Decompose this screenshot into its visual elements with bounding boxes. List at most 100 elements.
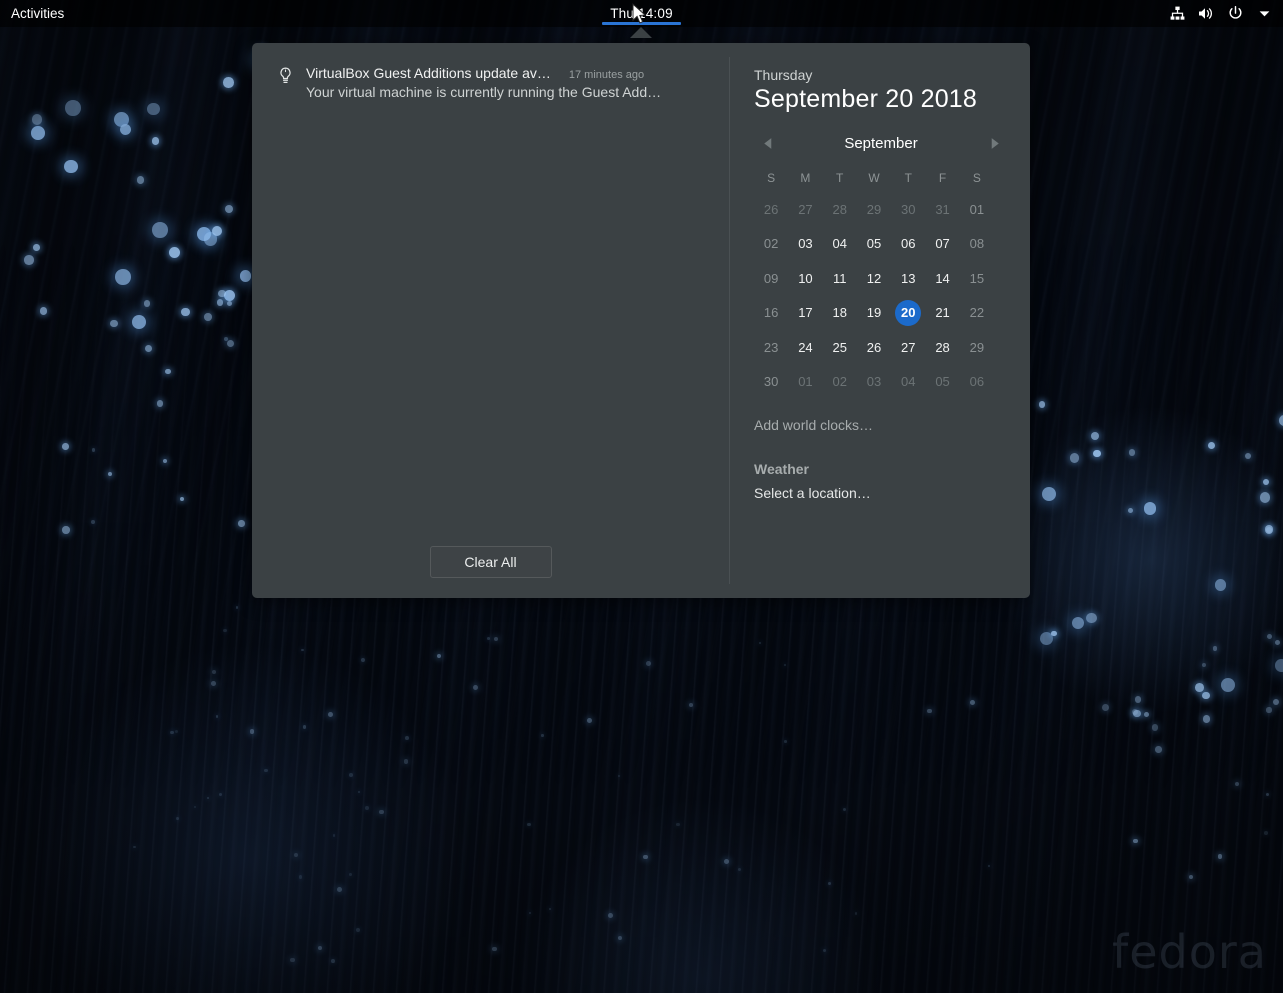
calendar-day[interactable]: 09 (758, 265, 784, 291)
wallpaper-dot (223, 77, 234, 88)
wallpaper-dot (436, 653, 442, 659)
triangle-left-icon[interactable] (756, 132, 778, 154)
calendar-day[interactable]: 25 (827, 334, 853, 360)
calendar-day-cell: 28 (925, 330, 959, 365)
calendar-day[interactable]: 27 (792, 196, 818, 222)
wallpaper-dot (223, 629, 227, 633)
clock-button[interactable]: Thu 14:09 (598, 0, 685, 27)
calendar-day[interactable]: 07 (930, 231, 956, 257)
power-icon[interactable] (1222, 0, 1248, 27)
calendar-day[interactable]: 10 (792, 265, 818, 291)
clock-active-indicator (602, 22, 681, 25)
calendar-day-cell: 06 (891, 227, 925, 262)
wallpaper-dot (169, 246, 181, 258)
popup-pointer-arrow (630, 27, 652, 38)
calendar-day[interactable]: 26 (758, 196, 784, 222)
wallpaper-dot (1214, 579, 1227, 591)
wallpaper-dot (607, 912, 613, 918)
calendar-day[interactable]: 30 (758, 369, 784, 395)
triangle-right-icon[interactable] (984, 132, 1006, 154)
calendar-day[interactable]: 24 (792, 334, 818, 360)
calendar-day[interactable]: 14 (930, 265, 956, 291)
wallpaper-dot (1245, 452, 1252, 459)
wallpaper-dot (1050, 630, 1057, 637)
calendar-day[interactable]: 06 (964, 369, 990, 395)
calendar-day[interactable]: 03 (792, 231, 818, 257)
calendar-day[interactable]: 05 (930, 369, 956, 395)
activities-button[interactable]: Activities (0, 0, 75, 27)
calendar-day[interactable]: 28 (827, 196, 853, 222)
calendar-day[interactable]: 03 (861, 369, 887, 395)
network-wired-icon[interactable] (1164, 0, 1190, 27)
calendar-day[interactable]: 11 (827, 265, 853, 291)
calendar-day[interactable]: 15 (964, 265, 990, 291)
calendar-day[interactable]: 04 (895, 369, 921, 395)
wallpaper-dot (1151, 724, 1159, 732)
calendar-day[interactable]: 08 (964, 231, 990, 257)
wallpaper-dot (528, 911, 531, 914)
calendar-day[interactable]: 30 (895, 196, 921, 222)
calendar-day[interactable]: 29 (861, 196, 887, 222)
calendar-day[interactable]: 17 (792, 300, 818, 326)
calendar-day[interactable]: 27 (895, 334, 921, 360)
calendar-day-cell: 23 (754, 330, 788, 365)
calendar-day-cell: 05 (857, 227, 891, 262)
calendar-weekday-header: T (904, 171, 912, 185)
calendar-day[interactable]: 16 (758, 300, 784, 326)
wallpaper-dot (147, 102, 160, 116)
calendar-day[interactable]: 29 (964, 334, 990, 360)
calendar-day-cell: 04 (823, 227, 857, 262)
calendar-day[interactable]: 05 (861, 231, 887, 257)
calendar-day[interactable]: 02 (827, 369, 853, 395)
add-world-clocks-link[interactable]: Add world clocks… (754, 417, 1008, 433)
clear-all-button[interactable]: Clear All (429, 546, 552, 578)
calendar-day-cell: 22 (960, 296, 994, 331)
wallpaper-dot (235, 606, 239, 609)
calendar-day[interactable]: 13 (895, 265, 921, 291)
calendar-weekday-header: M (800, 171, 811, 185)
wallpaper-dot (822, 948, 827, 952)
calendar-day[interactable]: 28 (930, 334, 956, 360)
wallpaper-dot (1133, 838, 1138, 844)
calendar-day[interactable]: 23 (758, 334, 784, 360)
volume-icon[interactable] (1193, 0, 1219, 27)
calendar-day-cell: 10 (788, 261, 822, 296)
calendar-weekday-header: F (938, 171, 947, 185)
calendar-day-cell: 11 (823, 261, 857, 296)
wallpaper-dot (132, 314, 147, 329)
wallpaper-dot (115, 268, 131, 285)
wallpaper-dot (32, 114, 43, 125)
calendar-day[interactable]: 02 (758, 231, 784, 257)
clock-area: Thu 14:09 (0, 0, 1283, 27)
calendar-day[interactable]: 01 (964, 196, 990, 222)
wallpaper-dot (211, 669, 216, 674)
calendar-day[interactable]: 01 (792, 369, 818, 395)
calendar-day[interactable]: 19 (861, 300, 887, 326)
calendar-day[interactable]: 22 (964, 300, 990, 326)
calendar-day[interactable]: 06 (895, 231, 921, 257)
calendar-day-selected[interactable]: 20 (895, 299, 922, 326)
calendar-weekday-label: Thursday (754, 67, 813, 83)
wallpaper-dot (301, 648, 304, 651)
chevron-down-icon[interactable] (1251, 0, 1277, 27)
calendar-day[interactable]: 31 (930, 196, 956, 222)
clear-all-row: Clear All (266, 546, 715, 584)
wallpaper-dot (317, 945, 322, 950)
wallpaper-dot (1221, 678, 1235, 693)
calendar-day[interactable]: 12 (861, 265, 887, 291)
wallpaper-dot (1213, 646, 1218, 651)
calendar-week-row: 26 27 28 29 30 31 01 (754, 192, 994, 227)
wallpaper-dot (193, 805, 197, 808)
notification-item[interactable]: VirtualBox Guest Additions update av… 17… (266, 59, 715, 108)
wallpaper-dot (176, 817, 179, 821)
weather-select-location-link[interactable]: Select a location… (754, 485, 1008, 501)
calendar-day[interactable]: 26 (861, 334, 887, 360)
calendar-day[interactable]: 04 (827, 231, 853, 257)
wallpaper-dot (676, 822, 680, 827)
calendar-day-cell: 04 (891, 365, 925, 400)
calendar-day-cell: 25 (823, 330, 857, 365)
wallpaper-dot (119, 123, 131, 135)
calendar-day[interactable]: 18 (827, 300, 853, 326)
calendar-day[interactable]: 21 (930, 300, 956, 326)
wallpaper-dot (219, 792, 223, 796)
